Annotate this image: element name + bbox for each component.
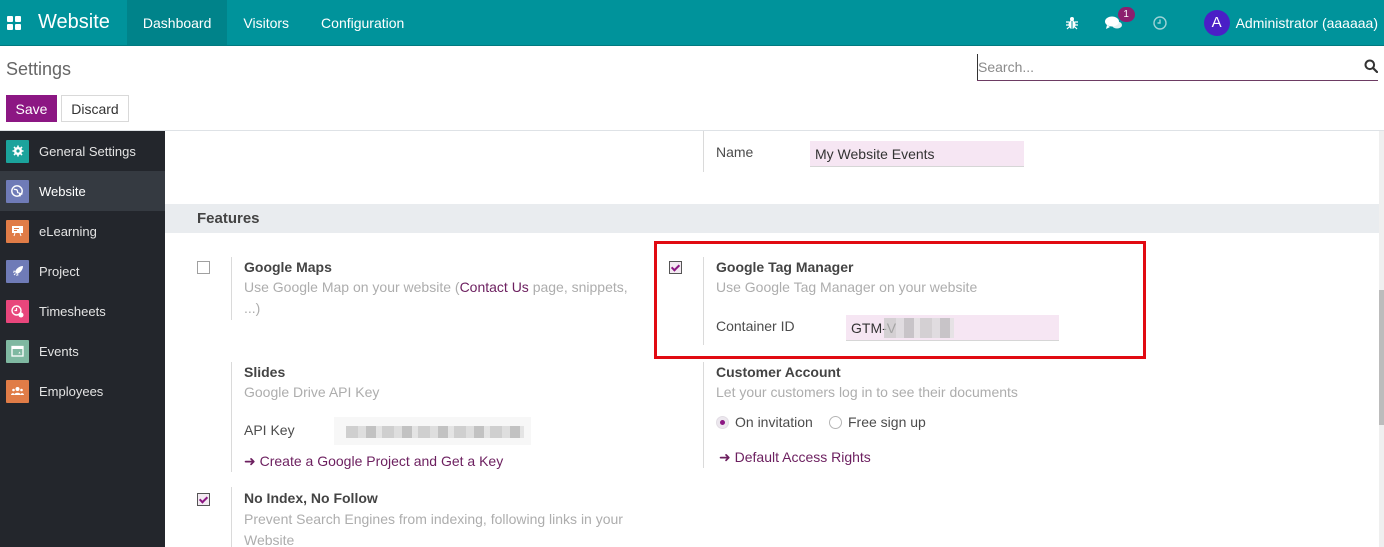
free-signup-radio[interactable] <box>829 416 842 429</box>
apps-menu-icon[interactable] <box>7 15 21 30</box>
scrollbar-thumb[interactable] <box>1379 290 1384 425</box>
api-key-input[interactable] <box>334 417 531 445</box>
sidebar-item-label: Website <box>39 183 86 199</box>
column-divider <box>703 131 704 172</box>
sidebar-item-timesheets[interactable]: Timesheets <box>0 291 165 331</box>
sidebar-item-label: Employees <box>39 383 104 399</box>
slides-description: Google Drive API Key <box>244 384 380 400</box>
api-key-label: API Key <box>244 422 295 438</box>
page-title: Settings <box>6 59 72 79</box>
save-button[interactable]: Save <box>6 95 57 122</box>
search-input[interactable] <box>977 54 1357 80</box>
sidebar-item-employees[interactable]: Employees <box>0 371 165 411</box>
chat-icon[interactable]: 1 <box>1104 6 1135 30</box>
rocket-icon <box>6 259 29 283</box>
contact-us-link[interactable]: Contact Us <box>460 279 529 295</box>
clock-icon <box>6 299 29 323</box>
customer-account-title: Customer Account <box>716 364 841 380</box>
search-icon[interactable] <box>1364 59 1379 74</box>
sidebar-item-label: General Settings <box>39 143 136 159</box>
sidebar-item-label: eLearning <box>39 223 97 239</box>
redacted-value <box>346 426 524 438</box>
messages-badge: 1 <box>1117 6 1135 22</box>
arrow-right-icon: ➜ <box>244 453 256 469</box>
presentation-icon <box>6 219 29 243</box>
settings-content: Name My Website Events Features Google M… <box>165 131 1379 547</box>
google-maps-title: Google Maps <box>244 259 332 275</box>
setting-divider <box>231 487 232 547</box>
sidebar-item-elearning[interactable]: eLearning <box>0 211 165 251</box>
setting-divider <box>231 257 232 320</box>
sidebar-item-project[interactable]: Project <box>0 251 165 291</box>
sidebar-item-label: Timesheets <box>39 303 106 319</box>
gear-icon <box>6 139 29 163</box>
sidebar-item-events[interactable]: Events <box>0 331 165 371</box>
sidebar-item-general-settings[interactable]: General Settings <box>0 131 165 171</box>
menu-visitors[interactable]: Visitors <box>227 0 305 45</box>
calendar-icon <box>6 339 29 363</box>
website-name-input[interactable]: My Website Events <box>810 141 1024 167</box>
menu-configuration[interactable]: Configuration <box>305 0 420 45</box>
discard-button[interactable]: Discard <box>61 95 129 122</box>
no-index-title: No Index, No Follow <box>244 490 378 506</box>
website-name-label: Name <box>716 144 754 160</box>
link-label: Create a Google Project and Get a Key <box>259 453 504 469</box>
app-name[interactable]: Website <box>38 11 110 34</box>
highlight-annotation <box>654 241 1146 359</box>
user-menu[interactable]: Administrator (aaaaaa) <box>1236 15 1378 31</box>
desc-text: Use Google Map on your website ( <box>244 279 460 295</box>
on-invitation-label[interactable]: On invitation <box>735 414 813 430</box>
features-section-header: Features <box>165 204 1379 233</box>
setting-divider <box>703 362 704 468</box>
debug-icon[interactable] <box>1065 16 1079 30</box>
on-invitation-radio[interactable] <box>716 416 729 429</box>
customer-account-description: Let your customers log in to see their d… <box>716 384 1018 400</box>
setting-divider <box>231 362 232 472</box>
google-maps-description: Use Google Map on your website (Contact … <box>244 277 629 319</box>
globe-icon <box>6 179 29 203</box>
default-access-rights-link[interactable]: ➜ Default Access Rights <box>719 449 871 466</box>
slides-title: Slides <box>244 364 286 380</box>
sidebar-item-label: Project <box>39 263 80 279</box>
content-scrollbar[interactable] <box>1379 131 1384 547</box>
google-maps-checkbox[interactable] <box>197 261 210 274</box>
free-signup-label[interactable]: Free sign up <box>848 414 926 430</box>
no-index-description: Prevent Search Engines from indexing, fo… <box>244 511 623 547</box>
link-label: Default Access Rights <box>734 449 871 465</box>
settings-sidebar: General Settings Website eLearning Proje… <box>0 131 165 547</box>
sidebar-item-website[interactable]: Website <box>0 171 165 211</box>
top-navbar: Website Dashboard Visitors Configuration… <box>0 0 1384 46</box>
menu-dashboard[interactable]: Dashboard <box>126 0 228 45</box>
create-google-project-link[interactable]: ➜ Create a Google Project and Get a Key <box>244 453 503 470</box>
no-index-checkbox[interactable] <box>197 493 210 506</box>
avatar[interactable]: A <box>1203 9 1230 36</box>
activity-clock-icon[interactable] <box>1152 15 1167 30</box>
sidebar-item-label: Events <box>39 343 79 359</box>
systray: 1 A Administrator (aaaaaa) <box>1055 0 1384 45</box>
arrow-right-icon: ➜ <box>719 449 731 465</box>
users-icon <box>6 379 29 403</box>
search-bar <box>977 54 1379 81</box>
section-title: Features <box>197 210 260 227</box>
